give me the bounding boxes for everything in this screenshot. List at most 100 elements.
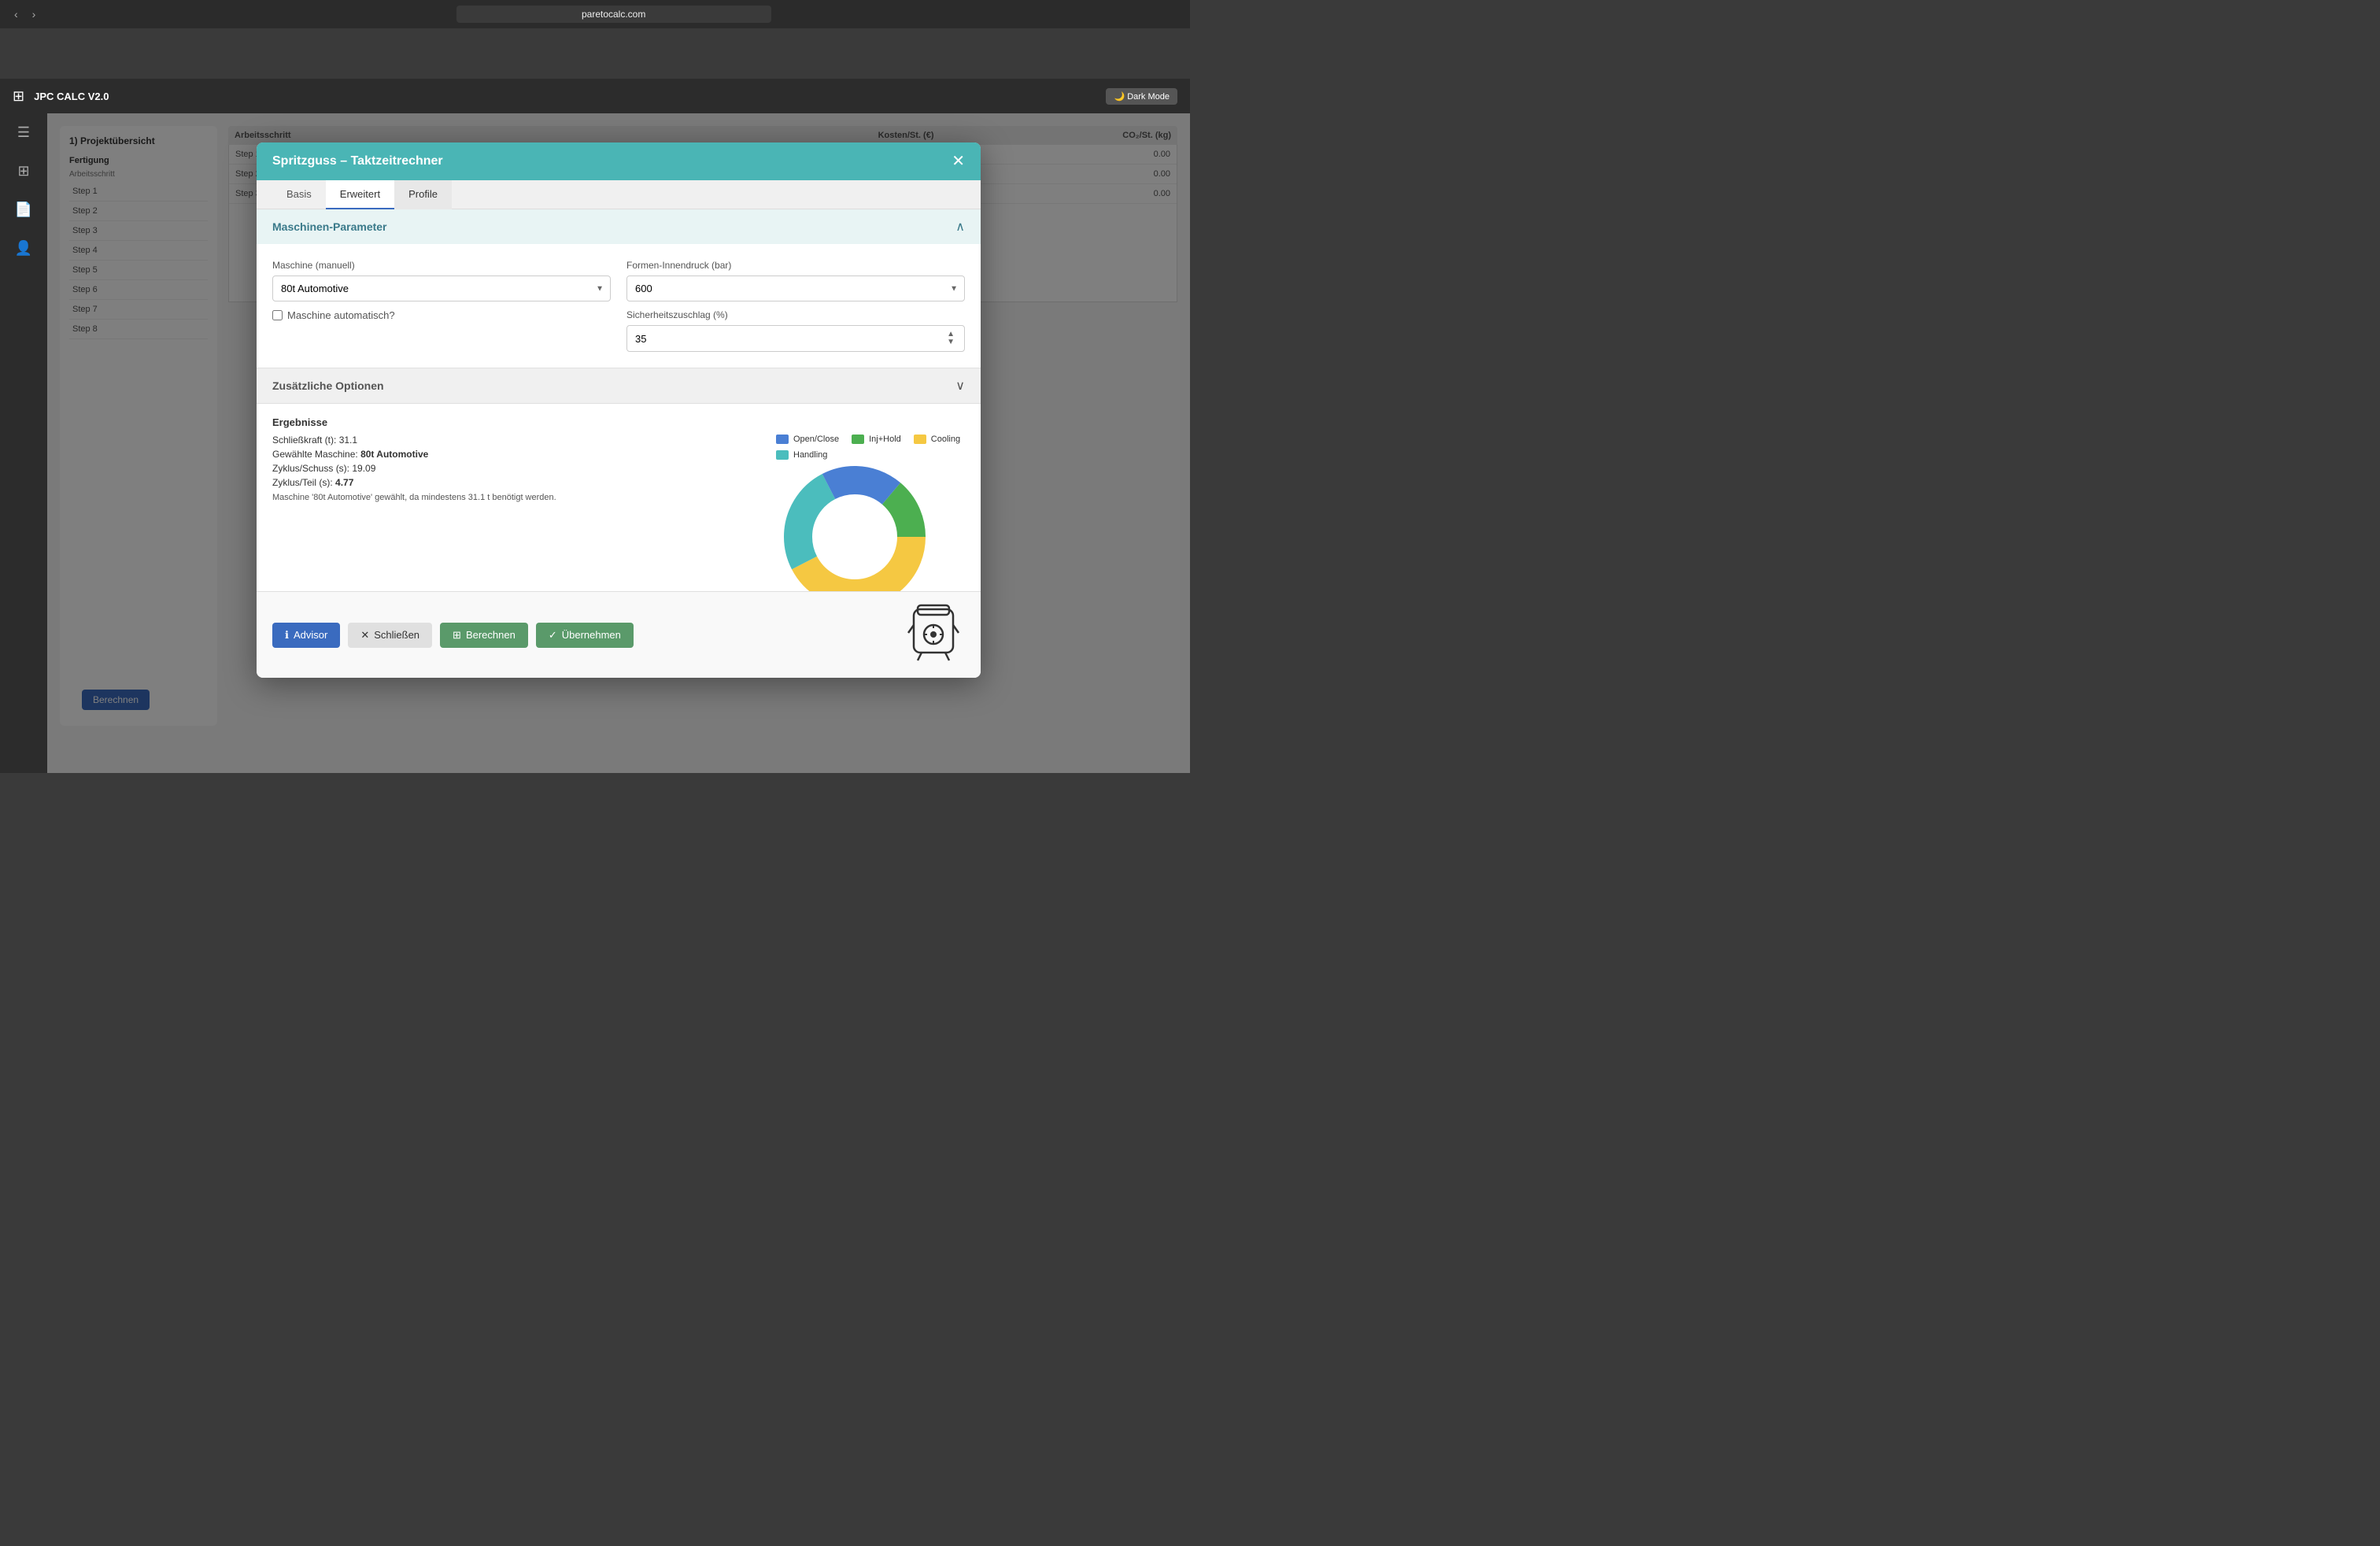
apply-button[interactable]: ✓ Übernehmen	[536, 623, 634, 648]
mascot-area	[902, 601, 965, 668]
sidebar: ☰ ⊞ 📄 👤	[0, 113, 47, 773]
innendruck-column: Formen-Innendruck (bar) 400 500 600 700	[626, 260, 965, 352]
maschine-result-label: Gewählte Maschine:	[272, 449, 360, 460]
innendruck-label: Formen-Innendruck (bar)	[626, 260, 965, 271]
maschine-auto-checkbox[interactable]	[272, 310, 283, 320]
address-bar[interactable]	[456, 6, 771, 23]
innendruck-select[interactable]: 400 500 600 700 800	[627, 276, 964, 301]
header-right: 🌙 Dark Mode	[1106, 88, 1177, 105]
result-schliesskraft: Schließkraft (t): 31.1	[272, 435, 760, 446]
donut-hole	[825, 507, 885, 567]
chart-container: Open/Close Inj+Hold Coolin	[776, 435, 965, 591]
legend-handling: Handling	[776, 450, 827, 460]
tab-erweitert[interactable]: Erweitert	[326, 180, 394, 209]
app-background: ⊞ JPC CALC V2.0 🌙 Dark Mode ☰ ⊞ 📄 👤 1) P…	[0, 79, 1190, 773]
close-label: Schließen	[374, 629, 419, 641]
tab-basis[interactable]: Basis	[272, 180, 326, 209]
close-icon: ✕	[360, 629, 369, 642]
schliesskraft-label: Schließkraft (t):	[272, 435, 339, 446]
modal-overlay: Spritzguss – Taktzeitrechner ✕ Basis Erw…	[47, 113, 1190, 773]
result-zyklus-teil: Zyklus/Teil (s): 4.77	[272, 477, 760, 488]
close-button[interactable]: ✕ Schließen	[348, 623, 432, 648]
zusatz-title: Zusätzliche Optionen	[272, 379, 384, 392]
results-title: Ergebnisse	[272, 416, 965, 428]
app-title: JPC CALC V2.0	[34, 91, 109, 102]
main-content: 1) Projektübersicht Fertigung Arbeitssch…	[47, 113, 1190, 773]
legend-openclose-label: Open/Close	[793, 435, 839, 444]
sidebar-doc-icon[interactable]: 📄	[10, 197, 37, 223]
sicherheit-input[interactable]	[635, 333, 892, 345]
results-area: Ergebnisse Schließkraft (t): 31.1 Gewähl…	[257, 404, 981, 591]
chart-legend: Open/Close Inj+Hold Coolin	[776, 435, 965, 460]
zyklus-teil-value: 4.77	[335, 477, 353, 488]
apply-label: Übernehmen	[562, 629, 621, 641]
results-content: Schließkraft (t): 31.1 Gewählte Maschine…	[272, 435, 965, 591]
browser-controls: ‹ ›	[9, 6, 40, 22]
maschine-column: Maschine (manuell) 80t Automotive 120t S…	[272, 260, 611, 352]
maschine-select[interactable]: 80t Automotive 120t Standard 200t Heavy	[273, 276, 610, 301]
legend-cooling-label: Cooling	[931, 435, 960, 444]
legend-openclose-dot	[776, 435, 789, 444]
zyklus-schuss-label: Zyklus/Schuss (s):	[272, 463, 352, 474]
maschinen-title: Maschinen-Parameter	[272, 220, 387, 233]
result-maschine: Gewählte Maschine: 80t Automotive	[272, 449, 760, 460]
spinner-down[interactable]: ▼	[945, 338, 956, 346]
app-layout: ☰ ⊞ 📄 👤 1) Projektübersicht Fertigung Ar…	[0, 113, 1190, 773]
modal-header: Spritzguss – Taktzeitrechner ✕	[257, 142, 981, 180]
calc-icon: ⊞	[453, 629, 461, 642]
advisor-label: Advisor	[294, 629, 327, 641]
sidebar-home-icon[interactable]: ⊞	[13, 158, 34, 184]
modal-dialog: Spritzguss – Taktzeitrechner ✕ Basis Erw…	[257, 142, 981, 678]
calc-label: Berechnen	[466, 629, 516, 641]
maschinen-accordion-header[interactable]: Maschinen-Parameter ∧	[257, 209, 981, 244]
sicherheit-group: Sicherheitszuschlag (%) ▲ ▼	[626, 309, 965, 352]
maschine-label: Maschine (manuell)	[272, 260, 611, 271]
modal-tabs: Basis Erweitert Profile	[257, 180, 981, 209]
calc-button[interactable]: ⊞ Berechnen	[440, 623, 528, 648]
donut-chart	[776, 466, 933, 591]
sidebar-menu-icon[interactable]: ☰	[13, 120, 35, 146]
nav-forward[interactable]: ›	[28, 6, 41, 22]
app-header: ⊞ JPC CALC V2.0 🌙 Dark Mode	[0, 79, 1190, 113]
accordion-up-icon: ∧	[955, 219, 965, 235]
modal-title: Spritzguss – Taktzeitrechner	[272, 154, 443, 168]
zyklus-schuss-value: 19.09	[352, 463, 375, 474]
legend-injhold: Inj+Hold	[852, 435, 901, 444]
results-values: Schließkraft (t): 31.1 Gewählte Maschine…	[272, 435, 760, 591]
innendruck-select-wrapper: 400 500 600 700 800 ▼	[626, 276, 965, 301]
modal-body: Maschinen-Parameter ∧ Maschine (manuell)	[257, 209, 981, 591]
dark-mode-button[interactable]: 🌙 Dark Mode	[1106, 88, 1177, 105]
legend-openclose: Open/Close	[776, 435, 839, 444]
zusatz-accordion-header[interactable]: Zusätzliche Optionen ∨	[257, 368, 981, 403]
auto-checkbox-row: Maschine automatisch?	[272, 309, 611, 321]
legend-cooling-dot	[914, 435, 926, 444]
tab-profile[interactable]: Profile	[394, 180, 452, 209]
zyklus-teil-label: Zyklus/Teil (s):	[272, 477, 335, 488]
legend-cooling: Cooling	[914, 435, 960, 444]
maschinen-form: Maschine (manuell) 80t Automotive 120t S…	[257, 244, 981, 368]
maschinen-accordion: Maschinen-Parameter ∧ Maschine (manuell)	[257, 209, 981, 368]
browser-bar: ‹ ›	[0, 0, 1190, 28]
sicherheit-label: Sicherheitszuschlag (%)	[626, 309, 965, 320]
advisor-icon: ℹ	[285, 629, 289, 642]
mascot-icon	[902, 601, 965, 664]
sicherheit-spinners: ▲ ▼	[945, 331, 956, 346]
legend-injhold-dot	[852, 435, 864, 444]
modal-close-button[interactable]: ✕	[952, 153, 965, 169]
innendruck-group: Formen-Innendruck (bar) 400 500 600 700	[626, 260, 965, 301]
result-zyklus-schuss: Zyklus/Schuss (s): 19.09	[272, 463, 760, 474]
auto-checkbox-label: Maschine automatisch?	[287, 309, 395, 321]
modal-footer: ℹ Advisor ✕ Schließen ⊞ Berechnen ✓	[257, 591, 981, 678]
nav-back[interactable]: ‹	[9, 6, 23, 22]
app-logo-icon: ⊞	[13, 88, 24, 105]
accordion-down-icon: ∨	[955, 378, 965, 394]
advisor-button[interactable]: ℹ Advisor	[272, 623, 340, 648]
maschine-select-wrapper: 80t Automotive 120t Standard 200t Heavy …	[272, 276, 611, 301]
zusatz-accordion: Zusätzliche Optionen ∨	[257, 368, 981, 404]
maschine-group: Maschine (manuell) 80t Automotive 120t S…	[272, 260, 611, 301]
maschine-result-value: 80t Automotive	[360, 449, 428, 460]
sidebar-user-icon[interactable]: 👤	[10, 235, 37, 261]
apply-icon: ✓	[549, 629, 557, 642]
legend-handling-dot	[776, 450, 789, 460]
results-note: Maschine '80t Automotive' gewählt, da mi…	[272, 493, 760, 502]
